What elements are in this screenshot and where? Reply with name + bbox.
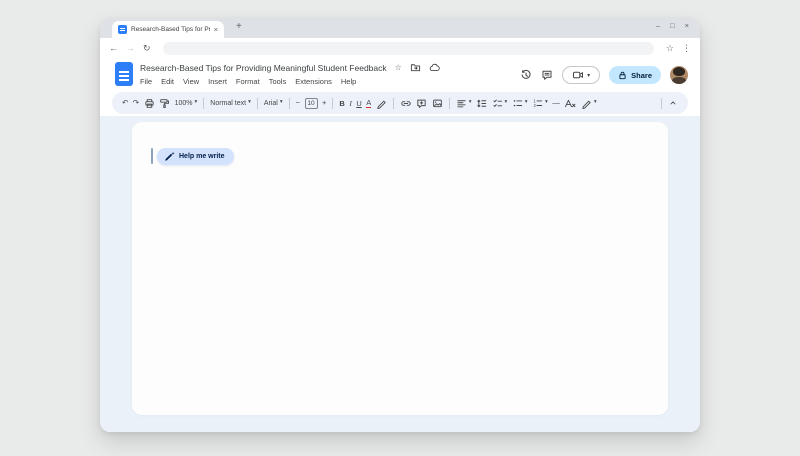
editing-mode-caret-icon: ▾: [594, 100, 597, 106]
version-history-icon[interactable]: [520, 69, 532, 81]
italic-button[interactable]: I: [349, 99, 352, 108]
share-button-label: Share: [631, 71, 652, 80]
browser-window: Research-Based Tips for Pro × + – □ × ← …: [100, 18, 700, 432]
magic-pencil-icon: [164, 151, 175, 162]
menu-edit[interactable]: Edit: [161, 77, 174, 86]
toolbar-area: ↶ ↷ 100% ▾ Normal text ▾ Arial ▾: [100, 92, 700, 116]
video-camera-icon: [572, 69, 584, 81]
address-row: ← → ↻ ☆ ⋮: [100, 38, 700, 58]
tab-strip: Research-Based Tips for Pro × + – □ ×: [100, 18, 700, 38]
line-spacing-button[interactable]: [476, 98, 487, 109]
menu-view[interactable]: View: [183, 77, 199, 86]
style-caret-icon: ▾: [248, 100, 251, 106]
toolbar-separator: [449, 98, 450, 109]
clear-formatting-button[interactable]: [564, 98, 576, 109]
window-minimize-button[interactable]: –: [656, 22, 660, 30]
browser-tab[interactable]: Research-Based Tips for Pro ×: [112, 21, 224, 38]
menu-extensions[interactable]: Extensions: [295, 77, 332, 86]
help-me-write-label: Help me write: [179, 153, 225, 160]
user-avatar[interactable]: [670, 66, 688, 84]
move-folder-icon[interactable]: [410, 62, 421, 73]
zoom-value: 100%: [175, 100, 193, 107]
zoom-select[interactable]: 100% ▾: [175, 100, 198, 107]
star-document-icon[interactable]: ☆: [395, 64, 402, 72]
redo-button[interactable]: ↷: [133, 99, 139, 107]
document-canvas: Help me write: [100, 116, 700, 432]
address-bar-input[interactable]: [163, 42, 654, 55]
docs-favicon-icon: [118, 25, 127, 34]
back-button[interactable]: ←: [109, 44, 118, 53]
paragraph-style-select[interactable]: Normal text ▾: [210, 100, 251, 107]
toolbar-separator: [661, 98, 662, 109]
menu-insert[interactable]: Insert: [208, 77, 227, 86]
docs-header: Research-Based Tips for Providing Meanin…: [100, 58, 700, 92]
document-page[interactable]: Help me write: [132, 122, 668, 415]
window-maximize-button[interactable]: □: [670, 22, 675, 30]
docs-menu-bar: File Edit View Insert Format Tools Exten…: [140, 77, 356, 86]
menu-help[interactable]: Help: [341, 77, 356, 86]
font-size-input[interactable]: 10: [305, 98, 318, 109]
reload-button[interactable]: ↻: [143, 44, 151, 53]
google-docs-icon[interactable]: [115, 62, 133, 86]
bulleted-list-button[interactable]: ▾: [512, 98, 528, 109]
print-button[interactable]: [144, 98, 155, 109]
underline-button[interactable]: U: [356, 99, 361, 108]
hide-menus-button[interactable]: [668, 98, 678, 108]
help-me-write-button[interactable]: Help me write: [157, 148, 234, 165]
tab-title: Research-Based Tips for Pro: [131, 26, 210, 33]
paragraph-style-value: Normal text: [210, 100, 246, 107]
toolbar-separator: [332, 98, 333, 109]
menu-file[interactable]: File: [140, 77, 152, 86]
forward-button[interactable]: →: [126, 44, 135, 53]
decrease-font-size-button[interactable]: −: [296, 99, 300, 107]
toolbar-separator: [289, 98, 290, 109]
toolbar-separator: [393, 98, 394, 109]
zoom-caret-icon: ▾: [195, 100, 198, 106]
numbered-list-button[interactable]: 12 ▾: [532, 98, 548, 109]
lock-icon: [618, 71, 627, 80]
window-close-button[interactable]: ×: [685, 22, 689, 30]
comments-icon[interactable]: [541, 69, 553, 81]
checklist-caret-icon: ▾: [505, 100, 508, 106]
join-call-button[interactable]: ▾: [562, 66, 600, 84]
text-color-button[interactable]: A: [366, 99, 371, 108]
browser-menu-icon[interactable]: ⋮: [682, 44, 691, 53]
font-select[interactable]: Arial ▾: [264, 100, 283, 107]
document-title[interactable]: Research-Based Tips for Providing Meanin…: [140, 63, 387, 73]
numbered-list-caret-icon: ▾: [545, 100, 548, 106]
font-value: Arial: [264, 100, 278, 107]
cloud-status-icon[interactable]: [429, 62, 440, 73]
menu-format[interactable]: Format: [236, 77, 260, 86]
menu-tools[interactable]: Tools: [269, 77, 287, 86]
text-cursor: [151, 148, 153, 164]
editing-mode-button[interactable]: ▾: [581, 98, 597, 109]
more-options-dash-icon[interactable]: —: [552, 99, 560, 107]
bold-button[interactable]: B: [339, 99, 344, 108]
highlight-color-button[interactable]: [376, 98, 387, 109]
align-button[interactable]: ▾: [456, 98, 472, 109]
paint-format-button[interactable]: [159, 98, 170, 109]
align-caret-icon: ▾: [469, 100, 472, 106]
numbered-list-digit: 2: [534, 103, 537, 108]
bookmark-star-icon[interactable]: ☆: [666, 44, 674, 53]
call-dropdown-caret-icon[interactable]: ▾: [587, 72, 590, 79]
new-tab-button[interactable]: +: [236, 21, 242, 32]
increase-font-size-button[interactable]: +: [322, 99, 326, 107]
tab-close-icon[interactable]: ×: [214, 26, 218, 34]
toolbar-separator: [203, 98, 204, 109]
docs-toolbar: ↶ ↷ 100% ▾ Normal text ▾ Arial ▾: [112, 92, 688, 114]
undo-button[interactable]: ↶: [122, 99, 128, 107]
bulleted-list-caret-icon: ▾: [525, 100, 528, 106]
toolbar-separator: [257, 98, 258, 109]
insert-link-button[interactable]: [400, 98, 412, 109]
add-comment-button[interactable]: [416, 98, 427, 109]
insert-image-button[interactable]: [432, 98, 443, 109]
checklist-button[interactable]: ▾: [492, 98, 508, 109]
share-button[interactable]: Share: [609, 66, 661, 84]
font-caret-icon: ▾: [280, 100, 283, 106]
